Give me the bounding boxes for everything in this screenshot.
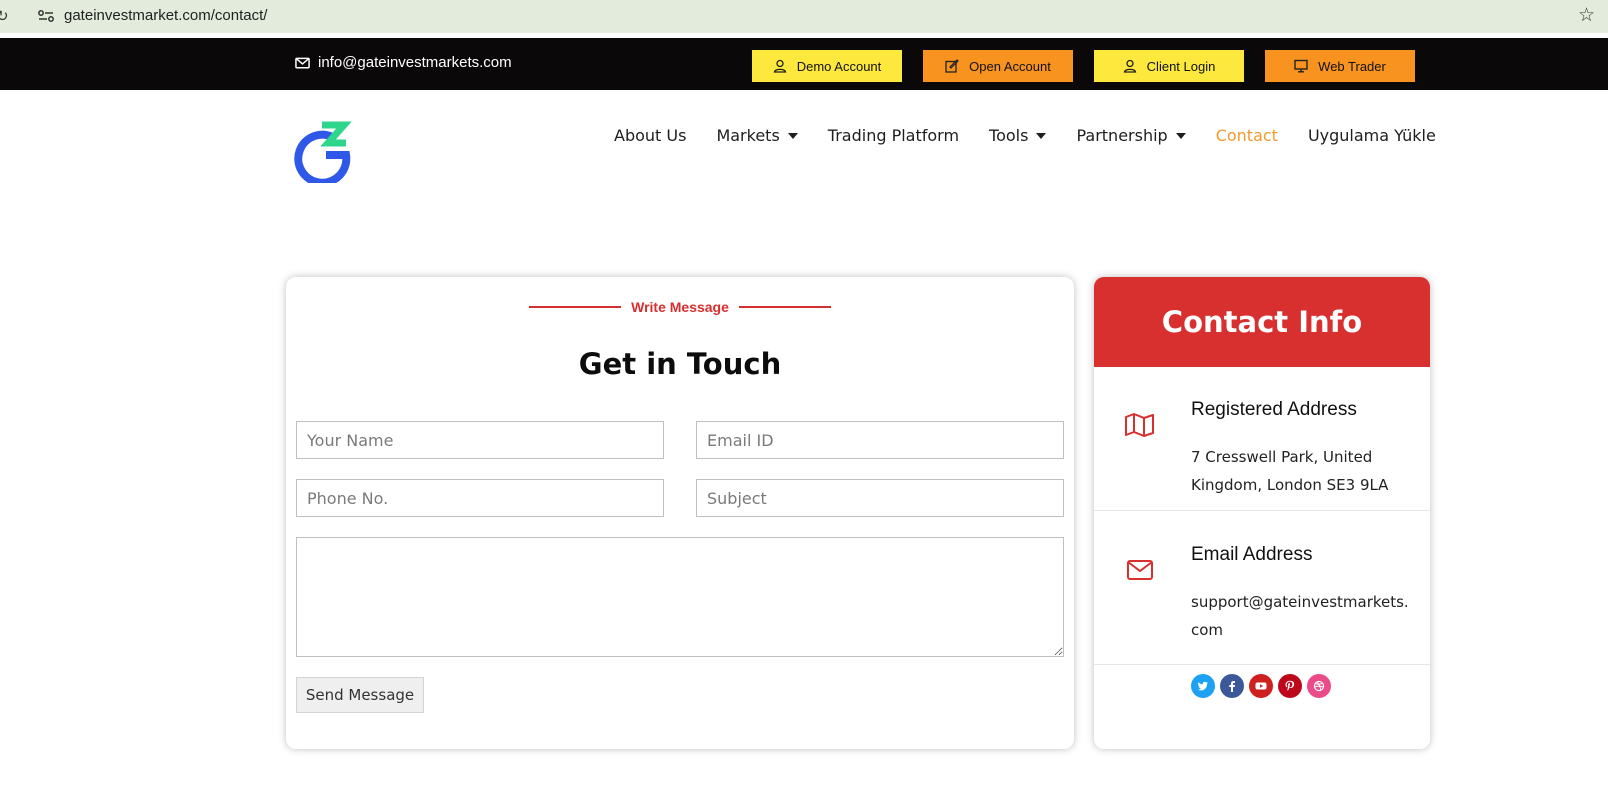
nav-item-tools[interactable]: Tools: [989, 126, 1047, 145]
caret-down-icon: [1036, 132, 1047, 139]
edit-icon: [945, 59, 960, 73]
nav-label: Trading Platform: [827, 126, 960, 145]
nav-label: Uygulama Yükle: [1307, 126, 1436, 145]
nav-item-uygulama-yukle[interactable]: Uygulama Yükle: [1308, 126, 1436, 145]
monitor-icon: [1294, 59, 1308, 73]
site-logo[interactable]: [292, 121, 354, 187]
url-text[interactable]: gateinvestmarket.com/contact/: [64, 7, 267, 24]
contact-info-title: Contact Info: [1094, 277, 1430, 367]
top-email[interactable]: info@gateinvestmarkets.com: [295, 54, 512, 71]
top-contact-strip: info@gateinvestmarkets.com Demo Account …: [0, 38, 1608, 90]
client-login-button[interactable]: Client Login: [1094, 50, 1244, 82]
write-message-eyebrow: Write Message: [526, 299, 834, 315]
web-trader-label: Web Trader: [1318, 58, 1386, 74]
nav-item-markets[interactable]: Markets: [716, 126, 798, 145]
twitter-icon[interactable]: [1191, 674, 1215, 698]
dribbble-icon[interactable]: [1307, 674, 1331, 698]
main-nav: About Us Markets Trading Platform Tools …: [614, 126, 1436, 145]
top-email-text: info@gateinvestmarkets.com: [318, 54, 512, 71]
eyebrow-line-left: [529, 306, 622, 308]
nav-label: Partnership: [1076, 126, 1168, 145]
email-input[interactable]: [696, 421, 1064, 459]
info-divider: [1094, 510, 1430, 511]
pinterest-icon[interactable]: [1278, 674, 1302, 698]
nav-label: Contact: [1215, 126, 1278, 145]
eyebrow-line-right: [738, 306, 831, 308]
nav-label: Tools: [989, 126, 1029, 145]
nav-label: About Us: [614, 126, 687, 145]
info-divider: [1094, 664, 1430, 665]
form-title: Get in Touch: [578, 347, 782, 381]
nav-item-about-us[interactable]: About Us: [614, 126, 686, 145]
address-text: 7 Cresswell Park, United Kingdom, London…: [1191, 448, 1389, 494]
social-links: [1191, 674, 1331, 698]
web-trader-button[interactable]: Web Trader: [1265, 50, 1415, 82]
open-account-label: Open Account: [969, 58, 1051, 74]
caret-down-icon: [1175, 132, 1186, 139]
reload-icon[interactable]: ↻: [0, 7, 9, 25]
subject-input[interactable]: [696, 479, 1064, 517]
message-form-card: Write Message Get in Touch Send Message: [286, 277, 1074, 749]
address-title: Registered Address: [1191, 399, 1357, 420]
envelope-icon: [1127, 560, 1153, 580]
nav-label: Markets: [716, 126, 780, 145]
youtube-icon[interactable]: [1249, 674, 1273, 698]
phone-input[interactable]: [296, 479, 664, 517]
facebook-icon[interactable]: [1220, 674, 1244, 698]
nav-item-partnership[interactable]: Partnership: [1076, 126, 1186, 145]
user-icon: [1123, 59, 1136, 73]
message-textarea[interactable]: [296, 537, 1064, 657]
map-icon: [1125, 413, 1154, 437]
contact-info-card: Contact Info Registered Address 7 Cressw…: [1094, 277, 1430, 749]
bookmark-star-icon[interactable]: ☆: [1578, 4, 1595, 26]
email-title: Email Address: [1191, 544, 1313, 565]
open-account-button[interactable]: Open Account: [923, 50, 1073, 82]
email-text[interactable]: support@gateinvestmarkets.com: [1191, 588, 1411, 644]
eyebrow-text: Write Message: [631, 299, 729, 315]
client-login-label: Client Login: [1146, 58, 1216, 74]
nav-item-trading-platform[interactable]: Trading Platform: [828, 126, 959, 145]
caret-down-icon: [787, 132, 798, 139]
nav-item-contact[interactable]: Contact: [1216, 126, 1278, 145]
demo-account-button[interactable]: Demo Account: [752, 50, 902, 82]
user-icon: [773, 59, 786, 73]
site-info-icon[interactable]: [36, 8, 56, 24]
demo-account-label: Demo Account: [796, 58, 882, 74]
envelope-icon: [295, 57, 310, 68]
send-message-button[interactable]: Send Message: [296, 677, 424, 713]
name-input[interactable]: [296, 421, 664, 459]
browser-address-bar: ↻ gateinvestmarket.com/contact/ ☆: [0, 0, 1608, 33]
